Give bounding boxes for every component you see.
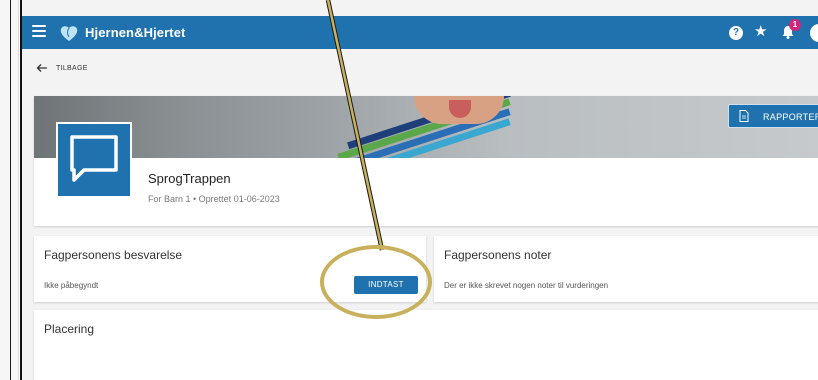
page-title: SprogTrappen (148, 171, 231, 186)
report-button[interactable]: RAPPORTER (728, 104, 818, 128)
avatar[interactable] (810, 24, 818, 42)
notes-card: Fagpersonens noter Der er ikke skrevet n… (434, 236, 818, 302)
placement-card: Placering (34, 310, 818, 380)
arrow-left-icon[interactable] (36, 63, 48, 73)
meta-info: For Barn 1 • Oprettet 01-06-2023 (148, 194, 280, 204)
notification-badge: 1 (789, 19, 801, 31)
app-title[interactable]: Hjernen&Hjertet (85, 25, 185, 40)
response-status: Ikke påbegyndt (44, 281, 99, 290)
highlight-ring (320, 245, 432, 319)
top-app-bar: Hjernen&Hjertet ? ★ 1 (22, 16, 818, 49)
star-icon[interactable]: ★ (754, 23, 767, 41)
left-window-edge (0, 0, 19, 380)
notes-empty-text: Der er ikke skrevet nogen noter til vurd… (444, 281, 609, 290)
menu-icon[interactable] (32, 25, 46, 39)
document-icon (739, 110, 749, 122)
response-card-title: Fagpersonens besvarelse (44, 248, 183, 262)
speech-bubble-icon (70, 135, 118, 182)
notes-card-title: Fagpersonens noter (444, 248, 552, 262)
back-link[interactable]: TILBAGE (56, 65, 88, 72)
placement-card-title: Placering (44, 322, 95, 336)
banner-photo (34, 96, 818, 158)
help-icon[interactable]: ? (729, 26, 743, 40)
heart-brain-logo-icon (60, 26, 78, 41)
report-button-label: RAPPORTER (763, 112, 818, 122)
screening-header-card: RAPPORTER SprogTrappen For Barn 1 • Opre… (34, 96, 818, 226)
app-window: Hjernen&Hjertet ? ★ 1 TILBAGE RAPPORTER … (20, 0, 818, 380)
speech-tile (56, 122, 132, 198)
window-border (10, 0, 11, 380)
back-bar: TILBAGE (22, 49, 818, 89)
